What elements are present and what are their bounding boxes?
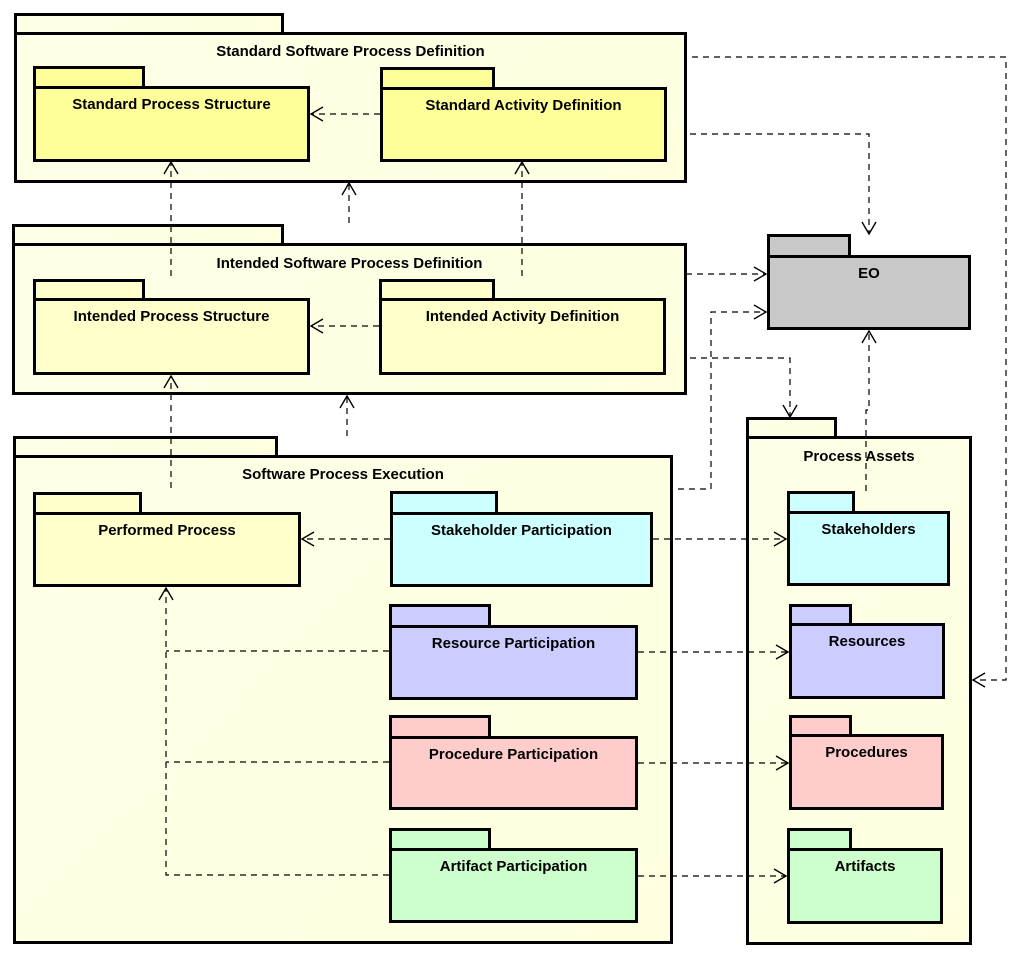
package-body: Artifacts (787, 848, 943, 924)
package-tab (389, 715, 491, 738)
package-label: Stakeholder Participation (431, 522, 612, 539)
package-label: Resources (828, 633, 906, 650)
package-tab (389, 828, 491, 850)
package-body: Artifact Participation (389, 848, 638, 923)
package-label: Intended Software Process Definition (216, 255, 483, 272)
package-label: Process Assets (803, 448, 915, 465)
package-label: EO (858, 265, 880, 282)
package-tab (787, 491, 855, 513)
package-label: Procedure Participation (428, 746, 599, 763)
package-label: Standard Activity Definition (425, 97, 622, 114)
package-body: Stakeholders (787, 511, 950, 586)
package-tab (13, 436, 278, 457)
package-body: Standard Activity Definition (380, 87, 667, 162)
package-body: Intended Process Structure (33, 298, 310, 375)
package-label: Intended Process Structure (73, 308, 270, 325)
dependency-arrow (690, 133, 877, 236)
package-tab (380, 67, 495, 89)
package-label: Software Process Execution (242, 466, 444, 483)
package-body: Procedure Participation (389, 736, 638, 810)
package-body: Procedures (789, 734, 944, 810)
package-tab (746, 417, 837, 438)
package-tab (33, 492, 142, 514)
package-label: Stakeholders (821, 521, 916, 538)
dependency-arrow (339, 394, 355, 436)
package-label: Resource Participation (431, 635, 596, 652)
package-tab (14, 13, 284, 34)
package-tab (787, 828, 852, 850)
package-label: Standard Process Structure (72, 96, 271, 113)
package-body: Intended Activity Definition (379, 298, 666, 375)
package-tab (767, 234, 851, 257)
dependency-arrow (341, 181, 357, 223)
package-tab (389, 604, 491, 627)
package-label: Intended Activity Definition (425, 308, 620, 325)
package-tab (390, 491, 498, 514)
package-label: Procedures (825, 744, 908, 761)
package-label: Artifact Participation (439, 858, 588, 875)
package-body: Resource Participation (389, 625, 638, 700)
package-label: Artifacts (834, 858, 896, 875)
package-body: Standard Process Structure (33, 86, 310, 162)
package-tab (12, 224, 284, 245)
package-body: Performed Process (33, 512, 301, 587)
package-label: Performed Process (98, 522, 236, 539)
package-label: Standard Software Process Definition (216, 43, 485, 60)
package-body: Resources (789, 623, 945, 699)
dependency-arrow (690, 357, 798, 419)
dependency-arrow (686, 266, 768, 282)
package-tab (33, 66, 145, 88)
package-body: EO (767, 255, 971, 330)
package-body: Stakeholder Participation (390, 512, 653, 587)
